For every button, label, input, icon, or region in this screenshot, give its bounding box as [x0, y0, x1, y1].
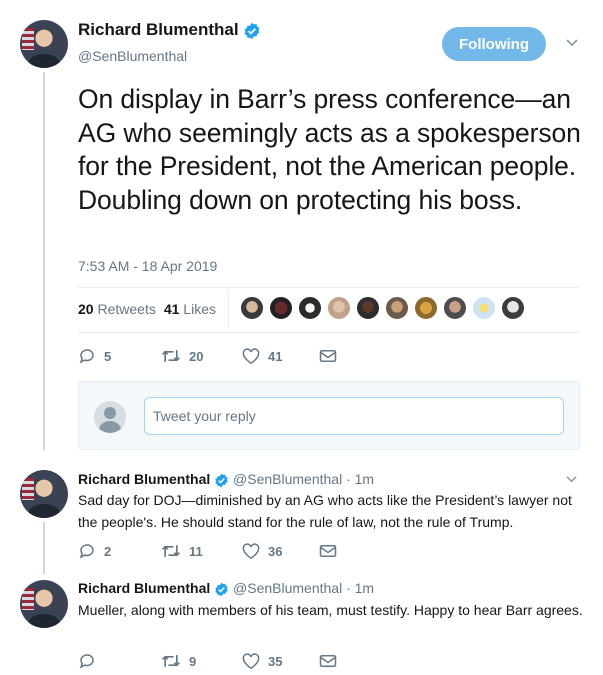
retweet-count: 11: [189, 543, 203, 559]
heart-icon: [242, 347, 260, 364]
reply-input[interactable]: [144, 397, 564, 435]
reply-author-name[interactable]: Richard Blumenthal: [78, 471, 210, 487]
reply-time[interactable]: · 1m: [346, 471, 374, 487]
reply-author-avatar[interactable]: [20, 470, 68, 518]
reply-action[interactable]: 2: [78, 542, 161, 560]
liker-avatar[interactable]: [356, 296, 380, 320]
reply-count: 5: [104, 348, 112, 364]
message-action[interactable]: [319, 543, 337, 559]
like-count: 41: [268, 348, 283, 364]
heart-icon: [242, 652, 260, 669]
like-action[interactable]: 35: [242, 652, 319, 670]
thread-line: [43, 72, 45, 450]
liker-avatar[interactable]: [385, 296, 409, 320]
chevron-down-icon[interactable]: [565, 475, 578, 484]
retweets-stat[interactable]: 20 Retweets: [78, 301, 156, 317]
retweet-icon: [162, 545, 180, 557]
liker-avatar[interactable]: [472, 296, 496, 320]
retweet-count: 9: [189, 653, 197, 669]
like-action[interactable]: 41: [242, 347, 319, 365]
divider: [78, 332, 579, 333]
liker-avatar[interactable]: [414, 296, 438, 320]
message-action[interactable]: [319, 348, 337, 364]
retweet-action[interactable]: 20: [161, 347, 242, 365]
like-action[interactable]: 36: [242, 542, 319, 560]
user-avatar: [94, 401, 126, 433]
verified-badge-icon: [215, 473, 228, 488]
reply-author-avatar[interactable]: [20, 580, 68, 628]
following-button[interactable]: Following: [442, 27, 546, 61]
reply-header: Richard Blumenthal @SenBlumenthal · 1m: [78, 471, 374, 488]
liker-avatar[interactable]: [501, 296, 525, 320]
reply-icon: [79, 349, 94, 364]
reply-author-handle[interactable]: @SenBlumenthal: [233, 471, 342, 487]
reply-icon: [79, 544, 94, 559]
tweet-timestamp[interactable]: 7:53 AM - 18 Apr 2019: [78, 258, 217, 274]
divider: [78, 287, 579, 288]
reply-time[interactable]: · 1m: [346, 580, 374, 596]
like-count: 36: [268, 543, 283, 559]
likes-count: 41: [163, 301, 180, 317]
liker-avatar[interactable]: [298, 296, 322, 320]
retweet-icon: [162, 350, 180, 362]
envelope-icon: [319, 350, 337, 362]
reply-action[interactable]: [78, 652, 161, 670]
retweets-label: Retweets: [97, 301, 156, 317]
author-handle[interactable]: @SenBlumenthal: [78, 48, 187, 64]
retweet-icon: [162, 655, 180, 667]
retweet-action[interactable]: 11: [161, 542, 242, 560]
reply-count: 2: [104, 543, 112, 559]
chevron-down-icon[interactable]: [565, 38, 579, 48]
thread-line: [43, 522, 45, 574]
reply-icon: [79, 654, 94, 669]
message-action[interactable]: [319, 653, 337, 669]
like-count: 35: [268, 653, 283, 669]
reply-text: Sad day for DOJ—diminished by an AG who …: [78, 492, 572, 530]
envelope-icon: [319, 655, 337, 667]
liker-avatar[interactable]: [443, 296, 467, 320]
reply-composer: [78, 381, 580, 450]
verified-badge-icon: [215, 582, 228, 597]
author-name[interactable]: Richard Blumenthal: [78, 20, 239, 39]
heart-icon: [242, 542, 260, 559]
reply-text: Mueller, along with members of his team,…: [78, 602, 583, 618]
reply-author-handle[interactable]: @SenBlumenthal: [233, 580, 342, 596]
engagement-stats: 20 Retweets 41 Likes: [78, 301, 216, 317]
tweet-actions: 2 11 36: [78, 542, 337, 560]
likes-label: Likes: [183, 301, 216, 317]
reply-header: Richard Blumenthal @SenBlumenthal · 1m: [78, 580, 374, 597]
retweets-count: 20: [78, 301, 94, 317]
verified-badge-icon: [244, 22, 260, 39]
retweet-action[interactable]: 9: [161, 652, 242, 670]
envelope-icon: [319, 545, 337, 557]
liker-avatar[interactable]: [240, 296, 264, 320]
tweet-actions: 5 20 41: [78, 347, 337, 365]
retweet-count: 20: [189, 348, 204, 364]
author-name-row[interactable]: Richard Blumenthal: [78, 20, 261, 40]
stats-divider: [228, 290, 229, 328]
reply-action[interactable]: 5: [78, 347, 161, 365]
liker-avatar[interactable]: [327, 296, 351, 320]
reply-author-name[interactable]: Richard Blumenthal: [78, 580, 210, 596]
likes-stat[interactable]: 41 Likes: [164, 301, 216, 317]
author-avatar[interactable]: [20, 20, 68, 68]
tweet-text: On display in Barr’s press conference—an…: [78, 84, 581, 215]
liker-avatar[interactable]: [269, 296, 293, 320]
liker-avatars: [240, 296, 525, 320]
tweet-actions: 9 35: [78, 652, 337, 670]
